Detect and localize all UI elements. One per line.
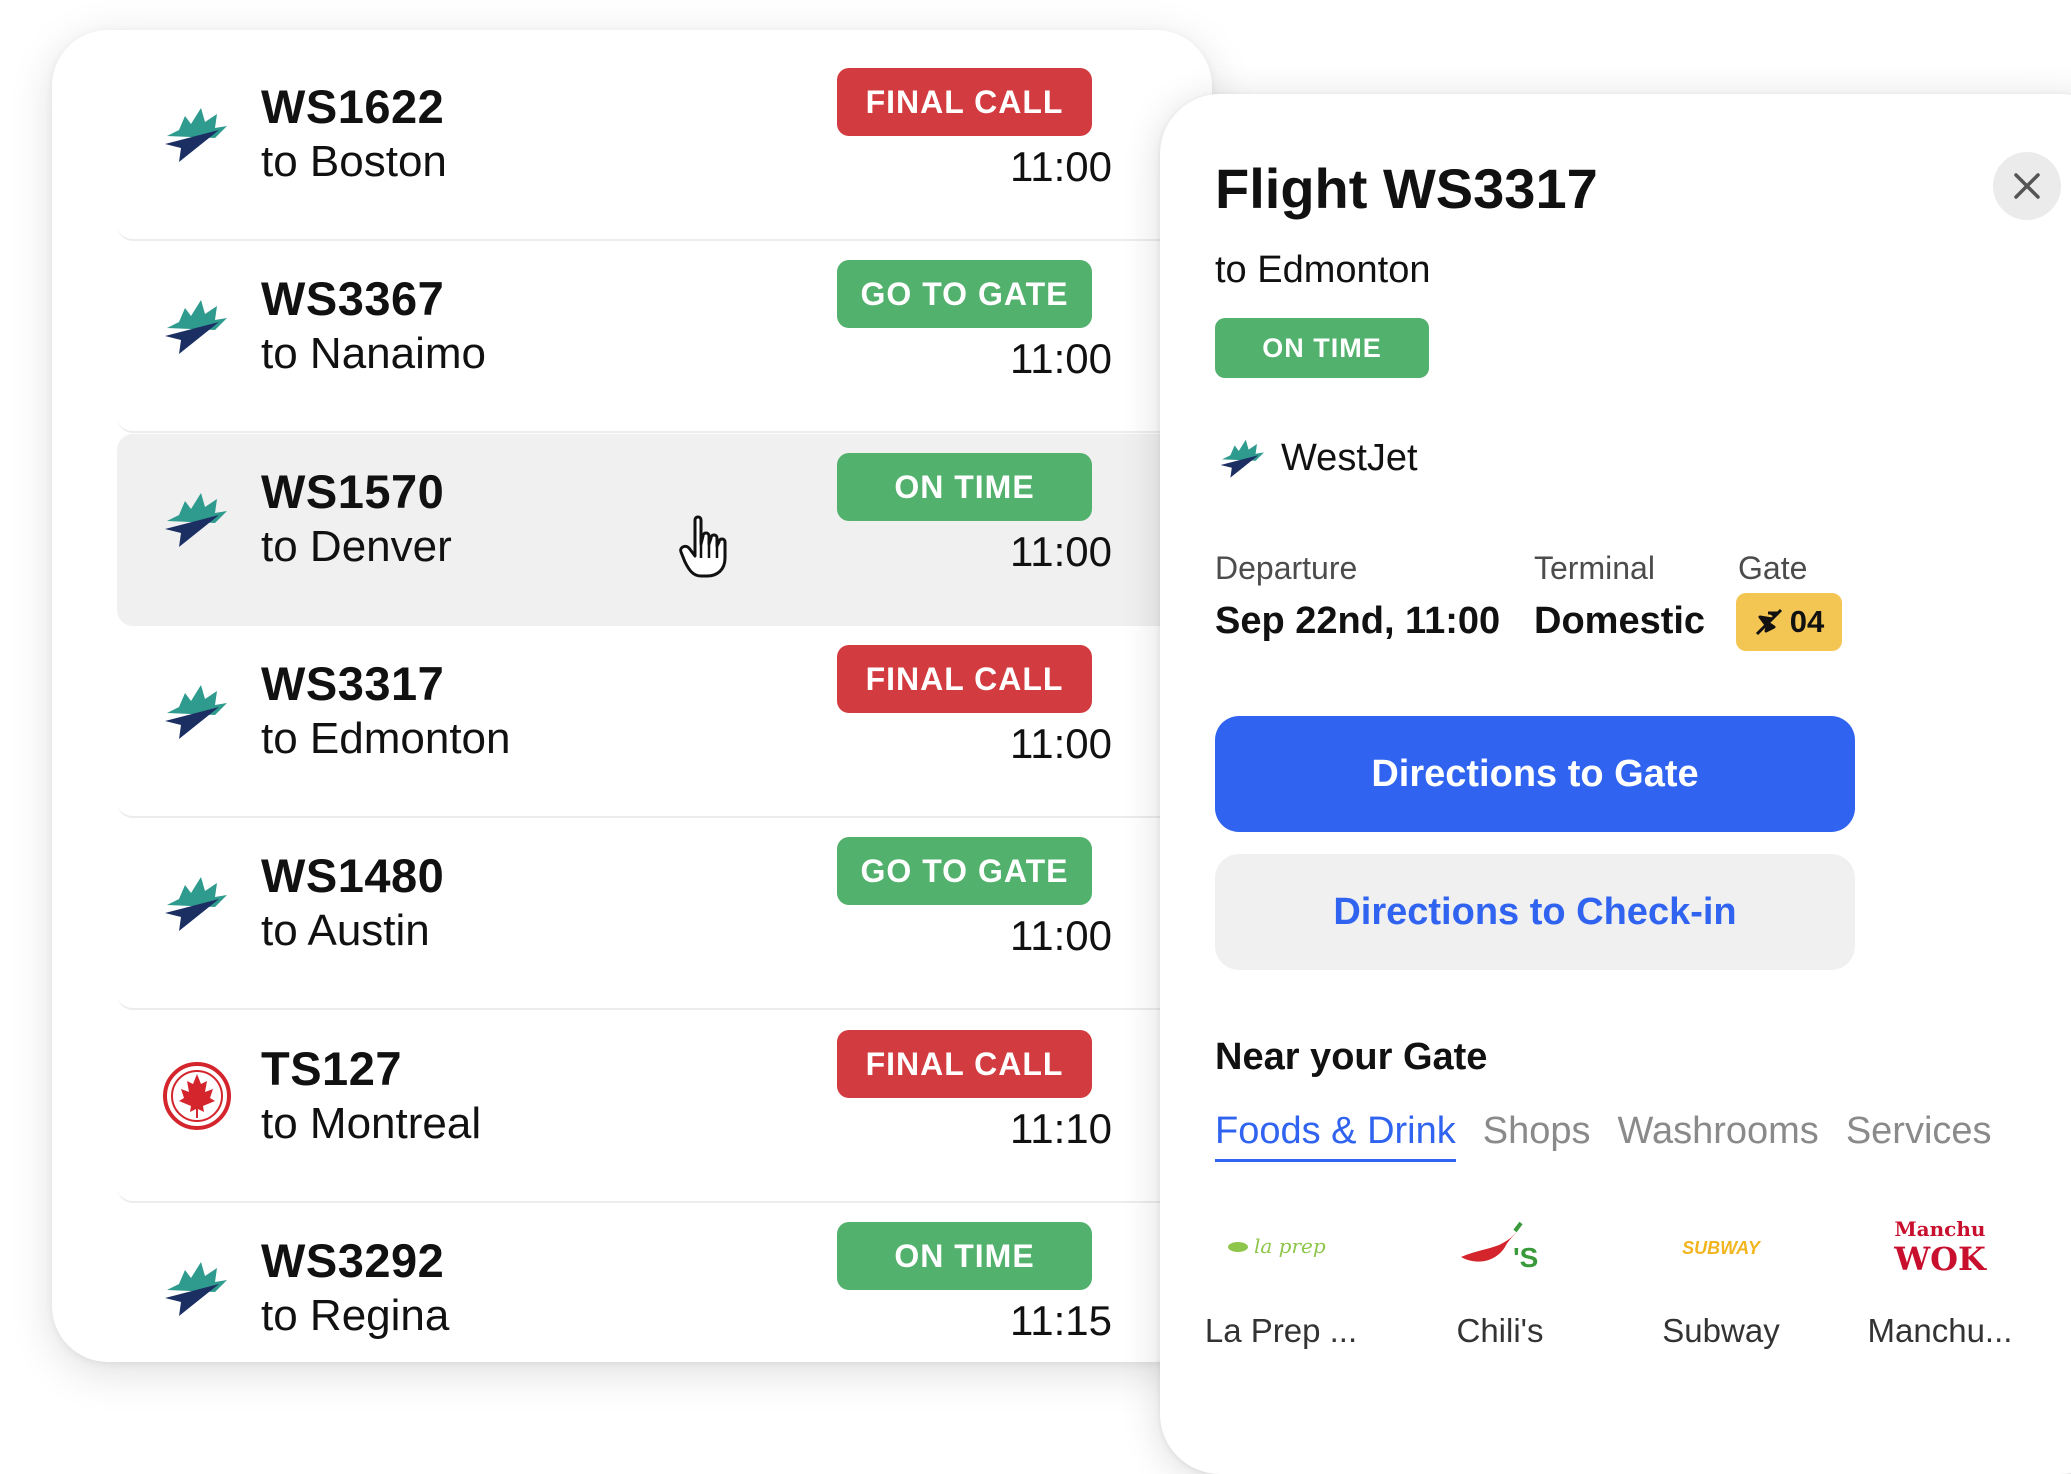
- maple-leaf-roundel-icon: [163, 1062, 231, 1130]
- flight-row-ws1480[interactable]: WS1480 to Austin GO TO GATE 11:00: [117, 818, 1194, 1010]
- place-name: Manchu...: [1867, 1312, 2013, 1349]
- flight-number: WS3367: [261, 272, 445, 325]
- departure-time: 11:10: [1010, 1105, 1112, 1152]
- svg-text:'S: 'S: [1513, 1242, 1538, 1273]
- flight-row-ts127[interactable]: TS127 to Montreal FINAL CALL 11:10: [117, 1011, 1194, 1203]
- status-badge: FINAL CALL: [837, 645, 1092, 713]
- departure-time: 11:00: [1010, 143, 1112, 190]
- westjet-logo-icon: [165, 1262, 227, 1316]
- airline-name: WestJet: [1281, 436, 1418, 479]
- flight-number: WS1622: [261, 80, 445, 133]
- close-icon: [2014, 173, 2040, 199]
- departure-value: Sep 22nd, 11:00: [1215, 600, 1501, 642]
- tab-shops[interactable]: Shops: [1483, 1110, 1591, 1162]
- departure-time: 11:00: [1010, 720, 1112, 767]
- westjet-logo-icon: [165, 300, 227, 354]
- status-badge: GO TO GATE: [837, 837, 1092, 905]
- westjet-logo-icon: [165, 108, 227, 162]
- svg-text:la prep: la prep: [1254, 1234, 1326, 1258]
- westjet-logo-icon: [165, 685, 227, 739]
- panel-title: Flight WS3317: [1215, 157, 1598, 220]
- subway-logo: SUBWAY: [1621, 1204, 1821, 1290]
- tab-foods-drink[interactable]: Foods & Drink: [1215, 1110, 1456, 1162]
- westjet-logo-icon: [165, 493, 227, 547]
- departure-time: 11:00: [1010, 528, 1112, 575]
- place-manchu-wok[interactable]: Manchu WOK Manchu...: [1840, 1204, 2040, 1350]
- panel-destination: to Edmonton: [1215, 249, 1431, 291]
- la-prep-logo: la prep: [1181, 1204, 1381, 1290]
- svg-text:Manchu: Manchu: [1895, 1217, 1986, 1241]
- departure-time: 11:00: [1010, 912, 1112, 959]
- departure-time: 11:15: [1010, 1297, 1112, 1344]
- terminal-value: Domestic: [1534, 600, 1706, 642]
- status-badge: ON TIME: [1215, 318, 1429, 378]
- flight-number: WS3292: [261, 1234, 445, 1287]
- flight-row-ws1570[interactable]: WS1570 to Denver ON TIME 11:00: [117, 434, 1194, 626]
- flight-row-ws3317[interactable]: WS3317 to Edmonton FINAL CALL 11:00: [117, 626, 1194, 818]
- category-tabs: Foods & Drink Shops Washrooms Services: [1215, 1110, 1992, 1162]
- flight-row-ws1622[interactable]: WS1622 to Boston FINAL CALL 11:00: [117, 49, 1194, 241]
- directions-to-checkin-button[interactable]: Directions to Check-in: [1215, 854, 1855, 970]
- departure-plane-icon: [1755, 608, 1782, 636]
- place-la-prep[interactable]: la prep La Prep ...: [1181, 1204, 1381, 1350]
- manchu-wok-logo: Manchu WOK: [1840, 1204, 2040, 1290]
- gate-label: Gate: [1738, 550, 1808, 586]
- status-badge: FINAL CALL: [837, 68, 1092, 136]
- flight-destination: to Montreal: [261, 1099, 482, 1148]
- flight-number: WS1480: [261, 849, 445, 902]
- gate-number: 04: [1789, 604, 1825, 639]
- place-chilis[interactable]: 'S Chili's: [1400, 1204, 1600, 1350]
- airline: WestJet: [1215, 430, 1418, 486]
- svg-text:WOK: WOK: [1893, 1240, 1987, 1278]
- place-subway[interactable]: SUBWAY Subway: [1621, 1204, 1821, 1350]
- close-button[interactable]: [1993, 152, 2061, 220]
- flight-destination: to Nanaimo: [261, 329, 487, 378]
- status-badge: ON TIME: [837, 1222, 1092, 1290]
- status-badge: ON TIME: [837, 453, 1092, 521]
- flight-destination: to Regina: [261, 1291, 450, 1340]
- directions-to-gate-button[interactable]: Directions to Gate: [1215, 716, 1855, 832]
- flight-destination: to Edmonton: [261, 714, 511, 763]
- status-badge: GO TO GATE: [837, 260, 1092, 328]
- flight-destination: to Austin: [261, 906, 430, 955]
- flight-number: TS127: [261, 1042, 402, 1095]
- flight-destination: to Boston: [261, 137, 447, 186]
- place-name: La Prep ...: [1204, 1312, 1358, 1349]
- place-name: Chili's: [1456, 1312, 1544, 1349]
- flight-row-ws3292[interactable]: WS3292 to Regina ON TIME 11:15: [117, 1203, 1194, 1362]
- flight-destination: to Denver: [261, 522, 452, 571]
- gate-badge: 04: [1736, 593, 1842, 651]
- departure-label: Departure: [1215, 550, 1358, 586]
- departure-time: 11:00: [1010, 335, 1112, 382]
- place-name: Subway: [1662, 1312, 1780, 1349]
- hand-pointer-cursor-icon: [679, 515, 727, 578]
- westjet-logo-icon: [165, 877, 227, 931]
- flight-row-ws3367[interactable]: WS3367 to Nanaimo GO TO GATE 11:00: [117, 241, 1194, 433]
- flight-number: WS1570: [261, 465, 445, 518]
- chilis-logo: 'S: [1400, 1204, 1600, 1290]
- svg-text:SUBWAY: SUBWAY: [1682, 1238, 1762, 1258]
- near-gate-heading: Near your Gate: [1215, 1036, 1488, 1078]
- flight-number: WS3317: [261, 657, 445, 710]
- status-badge: FINAL CALL: [837, 1030, 1092, 1098]
- flight-list: WS1622 to Boston FINAL CALL 11:00 WS3367…: [52, 30, 1212, 1362]
- tab-washrooms[interactable]: Washrooms: [1618, 1110, 1819, 1162]
- flight-detail-panel: Flight WS3317 to Edmonton ON TIME WestJe…: [1160, 94, 2071, 1474]
- terminal-label: Terminal: [1534, 550, 1655, 586]
- westjet-logo-icon: [1220, 439, 1264, 478]
- tab-services[interactable]: Services: [1846, 1110, 1992, 1162]
